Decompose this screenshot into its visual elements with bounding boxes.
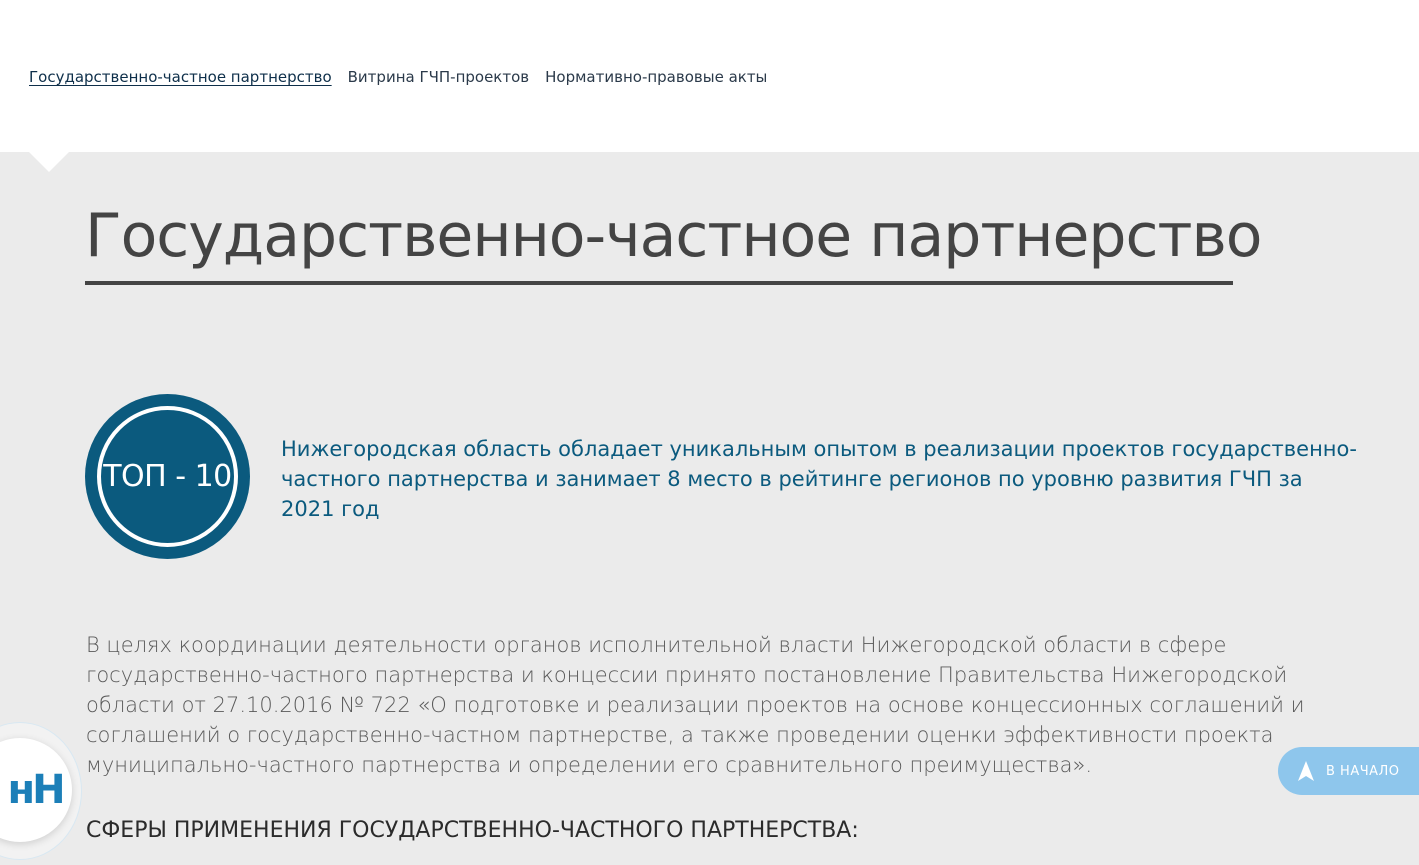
top10-badge: ТОП - 10 (85, 394, 250, 559)
nav-item-project-showcase[interactable]: Витрина ГЧП-проектов (348, 68, 530, 86)
nav-item-ppp[interactable]: Государственно-частное партнерство (29, 68, 332, 86)
top-navigation: Государственно-частное партнерство Витри… (0, 0, 1419, 152)
arrow-up-icon (1298, 761, 1314, 781)
page-title: Государственно-частное партнерство (85, 201, 1263, 271)
highlight-text: Нижегородская область обладает уникальны… (281, 437, 1357, 521)
title-underline (85, 281, 1233, 285)
scroll-to-top-label: В НАЧАЛО (1326, 763, 1400, 779)
nav-links: Государственно-частное партнерство Витри… (29, 68, 767, 86)
scroll-to-top-button[interactable]: В НАЧАЛО (1278, 747, 1419, 795)
nav-item-legal-acts[interactable]: Нормативно-правовые акты (545, 68, 767, 86)
active-tab-notch (29, 152, 69, 172)
page: Государственно-частное партнерство Витри… (0, 0, 1419, 865)
body-paragraph: В целях координации деятельности органов… (86, 633, 1305, 777)
section-heading: СФЕРЫ ПРИМЕНЕНИЯ ГОСУДАРСТВЕННО-ЧАСТНОГО… (86, 818, 859, 843)
top10-badge-text: ТОП - 10 (97, 406, 238, 547)
logo-icon: нН (7, 767, 65, 813)
